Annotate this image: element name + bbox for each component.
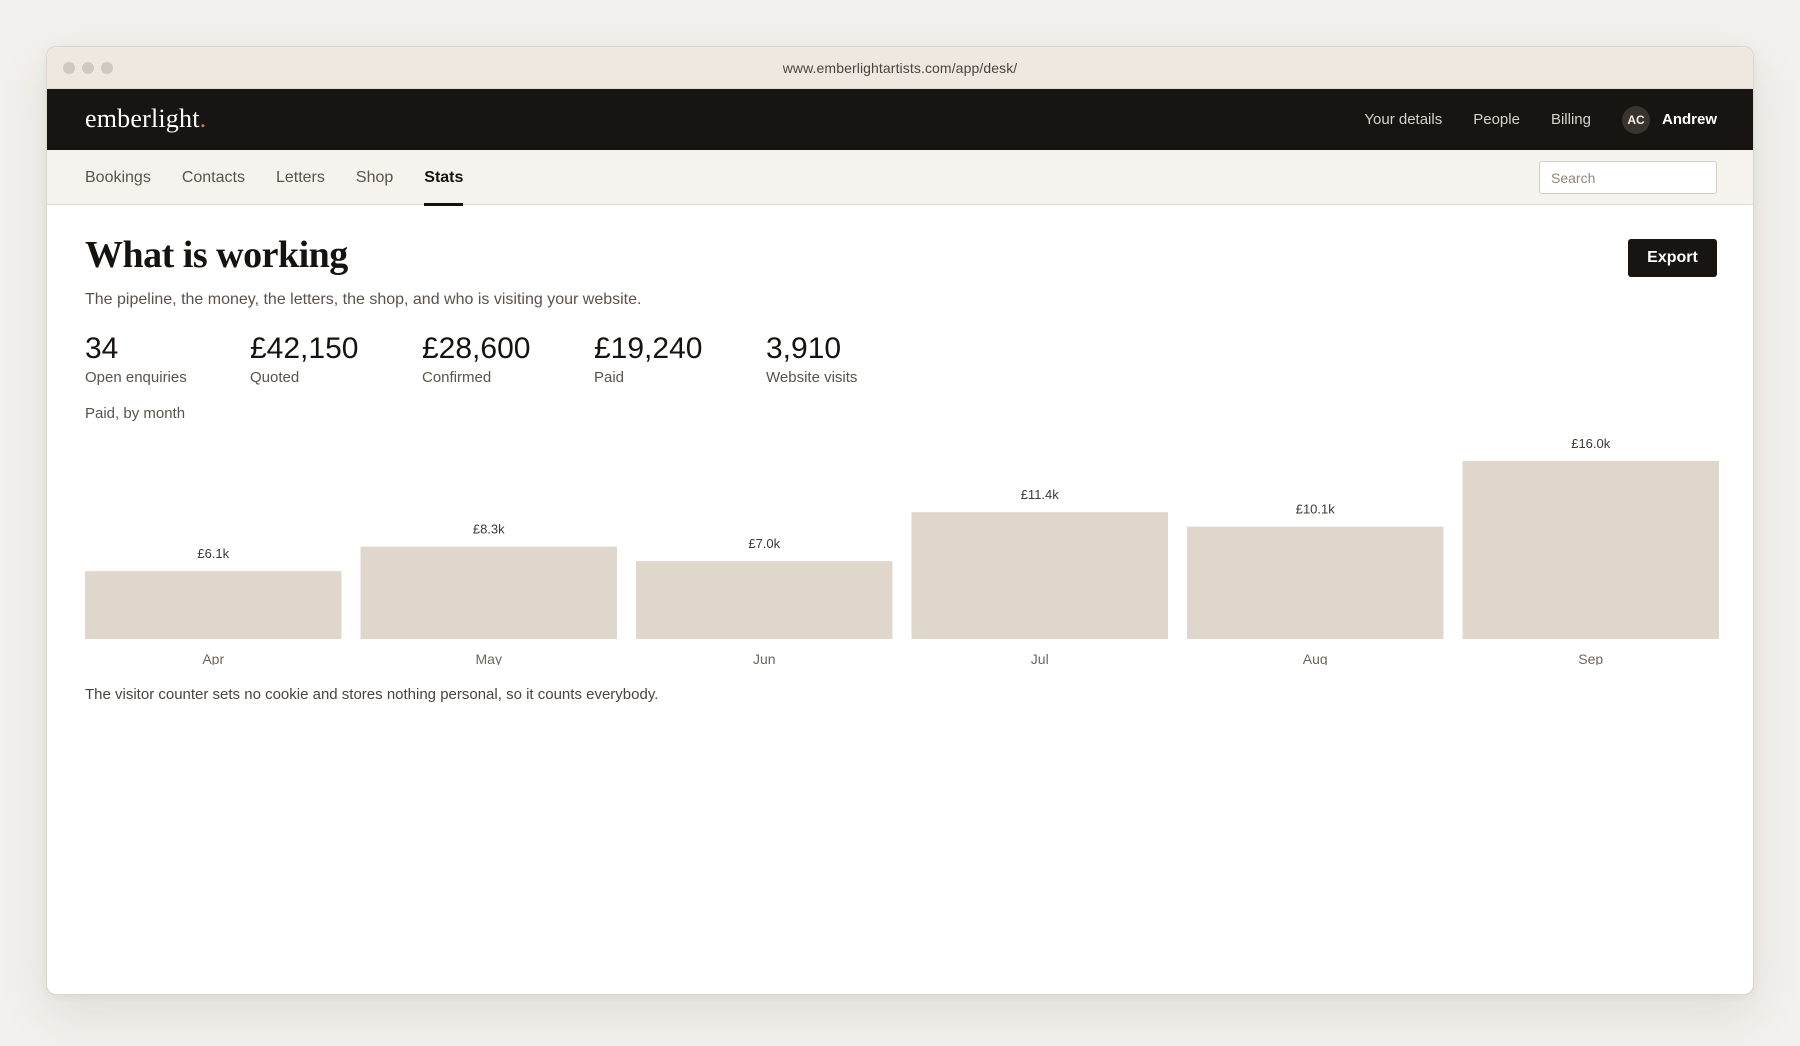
page-subtitle: The pipeline, the money, the letters, th… (85, 291, 642, 308)
bar-value-label: £10.1k (1296, 502, 1336, 517)
bar-may (360, 546, 617, 639)
stat-label: Website visits (766, 369, 858, 386)
nav-people[interactable]: People (1473, 111, 1520, 128)
account-nav: Your details People Billing AC Andrew (1333, 89, 1717, 150)
bar-value-label: £8.3k (473, 522, 505, 537)
browser-window: www.emberlightartists.com/app/desk/ embe… (46, 46, 1754, 995)
logo-dot: . (199, 104, 207, 133)
app-header: emberlight. Your details People Billing … (47, 89, 1753, 150)
bar-value-label: £16.0k (1571, 436, 1611, 451)
stat-open-enquiries: 34 Open enquiries (85, 331, 250, 386)
tab-stats[interactable]: Stats (424, 150, 464, 206)
stat-label: Quoted (250, 369, 300, 386)
user-name: Andrew (1661, 111, 1717, 128)
search-input[interactable] (1539, 161, 1717, 194)
export-button[interactable]: Export (1628, 239, 1717, 277)
stat-value: £28,600 (422, 332, 531, 365)
chart-title: Paid, by month (85, 405, 186, 422)
stat-value: £19,240 (594, 332, 703, 365)
bar-apr (85, 571, 342, 639)
section-nav: Bookings Contacts Letters Shop Stats (47, 150, 1753, 206)
tab-contacts[interactable]: Contacts (182, 150, 245, 205)
stat-website-visits: 3,910 Website visits (766, 331, 938, 386)
tab-letters[interactable]: Letters (276, 150, 325, 205)
nav-billing[interactable]: Billing (1551, 111, 1591, 128)
bar-aug (1187, 526, 1444, 639)
section-tabs: Bookings Contacts Letters Shop Stats (85, 150, 494, 206)
tab-bookings[interactable]: Bookings (85, 150, 151, 205)
stat-quoted: £42,150 Quoted (250, 331, 422, 386)
x-tick-label: May (476, 651, 502, 665)
nav-your-details[interactable]: Your details (1364, 111, 1442, 128)
stat-label: Open enquiries (85, 369, 187, 386)
avatar: AC (1621, 105, 1650, 134)
stat-paid: £19,240 Paid (594, 331, 766, 386)
visitor-counter-note: The visitor counter sets no cookie and s… (85, 686, 659, 703)
bar-jul (911, 512, 1168, 639)
bar-sep (1462, 461, 1719, 639)
browser-titlebar: www.emberlightartists.com/app/desk/ (47, 47, 1753, 89)
stat-confirmed: £28,600 Confirmed (422, 331, 594, 386)
stat-value: £42,150 (250, 332, 359, 365)
x-tick-label: Aug (1303, 651, 1328, 665)
x-tick-label: Sep (1578, 651, 1603, 665)
logo-text: emberlight (85, 104, 200, 133)
tab-shop[interactable]: Shop (356, 150, 393, 205)
bar-value-label: £7.0k (748, 536, 780, 551)
x-tick-label: Jun (753, 651, 776, 665)
paid-by-month-chart: £6.1k Apr £8.3k May £7.0k Jun £11.4k Jul £10.1k A… (85, 436, 1719, 665)
bar-jun (636, 561, 893, 639)
x-tick-label: Apr (202, 651, 224, 665)
logo[interactable]: emberlight. (85, 104, 206, 134)
stat-label: Confirmed (422, 369, 492, 386)
bar-value-label: £11.4k (1021, 487, 1060, 502)
bar-value-label: £6.1k (197, 546, 229, 561)
stat-value: 34 (85, 332, 119, 365)
x-tick-label: Jul (1031, 651, 1049, 665)
stat-label: Paid (594, 369, 625, 386)
user-menu[interactable]: AC Andrew (1621, 105, 1717, 134)
stats-row: 34 Open enquiries £42,150 Quoted £28,600… (85, 331, 938, 386)
page-title: What is working (85, 234, 348, 276)
stat-value: 3,910 (766, 332, 842, 365)
address-bar-url[interactable]: www.emberlightartists.com/app/desk/ (47, 60, 1753, 76)
